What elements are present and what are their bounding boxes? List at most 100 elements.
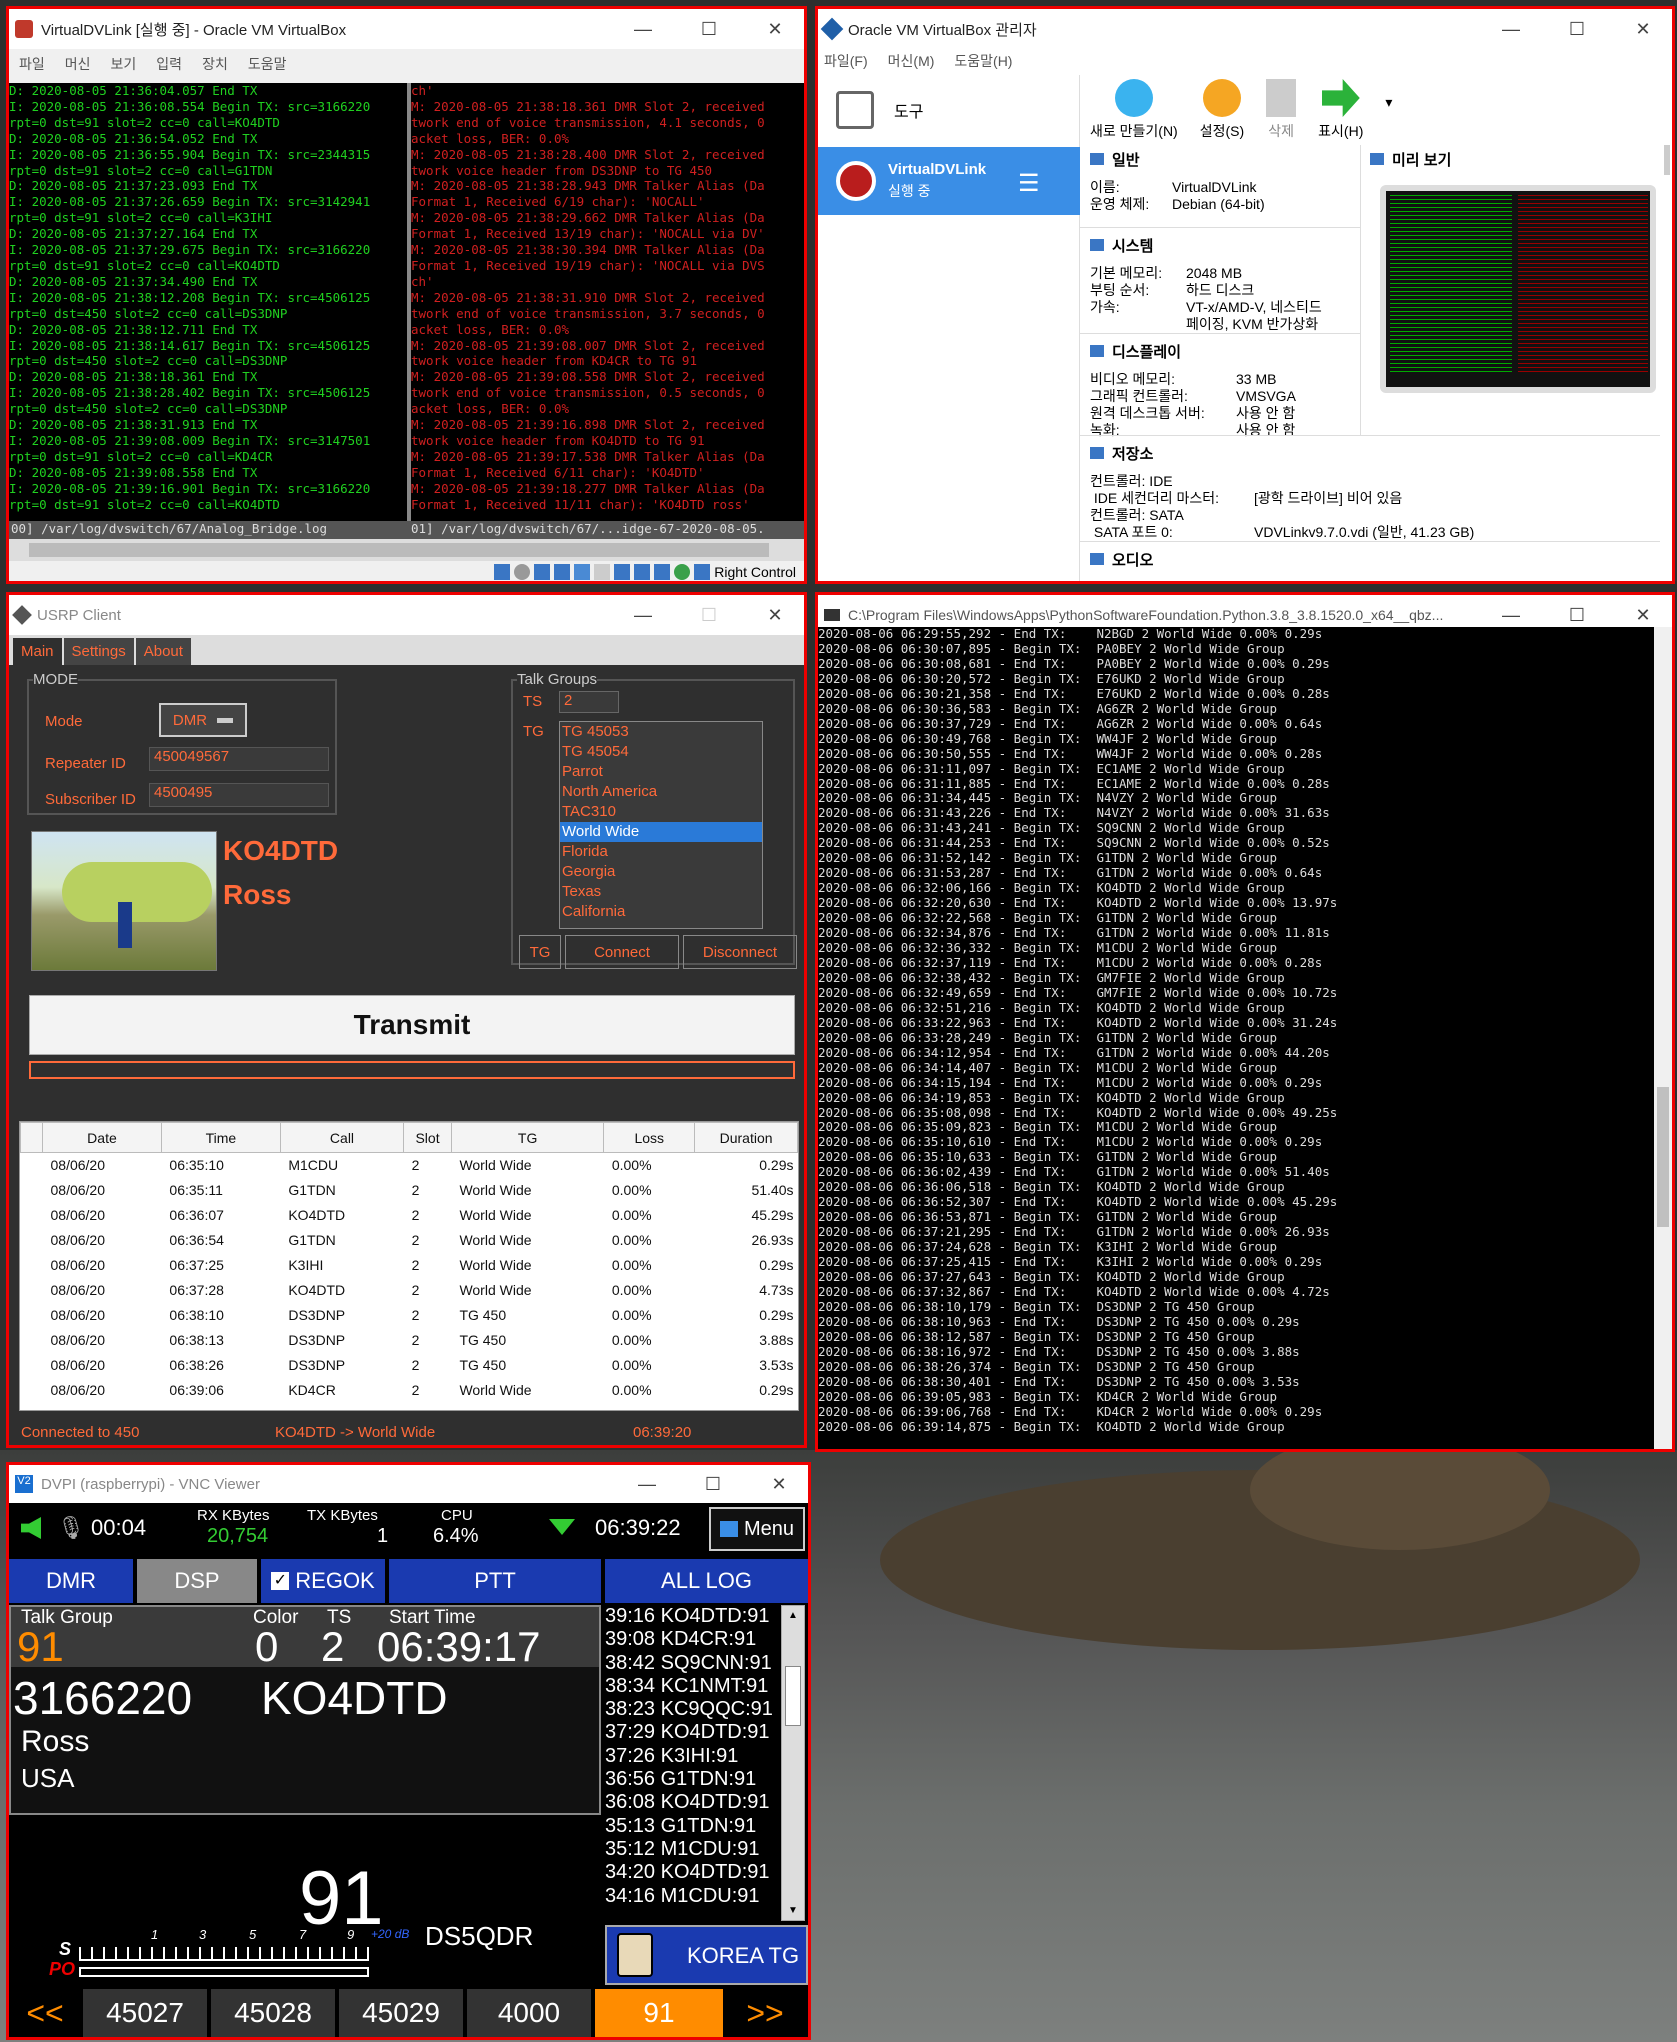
ptt-button[interactable]: PTT	[389, 1559, 601, 1603]
audio-icon[interactable]	[534, 564, 551, 580]
close-button[interactable]: ✕	[1614, 19, 1672, 40]
table-row[interactable]: 08/06/20 06:36:07 KO4DTD 2 World Wide 0.00% 45…	[21, 1203, 798, 1228]
cpu-icon[interactable]	[654, 564, 671, 580]
scrollbar-thumb[interactable]	[29, 543, 769, 557]
log-scrollbar[interactable]: ▲ ▼	[781, 1605, 805, 1921]
previous-page-button[interactable]: <<	[9, 1989, 81, 2037]
display-icon[interactable]	[614, 564, 631, 580]
minimize-button[interactable]: —	[618, 1474, 676, 1495]
table-row[interactable]: 08/06/20 06:37:28 KO4DTD 2 World Wide 0.00% 4.…	[21, 1278, 798, 1303]
vm-list-item-virtualdvlink[interactable]: VirtualDVLink 실행 중 ☰	[818, 147, 1080, 215]
usb-icon[interactable]	[574, 564, 591, 580]
details-scrollbar[interactable]	[1664, 145, 1670, 175]
mouse-integration-icon[interactable]	[694, 564, 711, 580]
maximize-button[interactable]: ☐	[680, 19, 738, 40]
vm-menu-icon[interactable]: ☰	[1018, 169, 1040, 198]
menu-help[interactable]: 도움말(H)	[954, 51, 1012, 71]
menu-devices[interactable]: 장치	[202, 54, 228, 74]
menu-file[interactable]: 파일(F)	[824, 51, 868, 71]
maximize-button[interactable]: ☐	[1548, 605, 1606, 626]
close-button[interactable]: ✕	[746, 19, 804, 40]
column-header[interactable]: Loss	[603, 1122, 696, 1153]
tg-button-4000[interactable]: 4000	[467, 1989, 591, 2037]
speaker-icon[interactable]	[21, 1517, 41, 1539]
transmit-button[interactable]: Transmit	[29, 995, 795, 1055]
delete-button[interactable]: 삭제	[1266, 79, 1297, 141]
talk-group-item[interactable]: North America	[560, 782, 762, 802]
network-icon[interactable]	[554, 564, 571, 580]
minimize-button[interactable]: —	[1482, 605, 1540, 626]
talk-group-item[interactable]: TG 45053	[560, 722, 762, 742]
minimize-button[interactable]: —	[1482, 19, 1540, 40]
table-row[interactable]: 08/06/20 06:38:13 DS3DNP 2 TG 450 0.00% 3.88s	[21, 1328, 798, 1353]
close-button[interactable]: ✕	[746, 605, 804, 626]
table-row[interactable]: 08/06/20 06:38:26 DS3DNP 2 TG 450 0.00% 3.53s	[21, 1353, 798, 1378]
table-row[interactable]: 08/06/20 06:35:11 G1TDN 2 World Wide 0.00% 51.…	[21, 1178, 798, 1203]
menu-machine[interactable]: 머신	[65, 54, 91, 74]
tg-button[interactable]: TG	[519, 935, 561, 969]
subscriber-id-input[interactable]: 4500495	[149, 783, 329, 807]
recording-icon[interactable]	[634, 564, 651, 580]
close-button[interactable]: ✕	[750, 1474, 808, 1495]
tg-button-45027[interactable]: 45027	[83, 1989, 207, 2037]
table-row[interactable]: 08/06/20 06:35:10 M1CDU 2 World Wide 0.00% 0.2…	[21, 1153, 798, 1178]
talk-group-item[interactable]: Parrot	[560, 762, 762, 782]
table-row[interactable]: 08/06/20 06:38:10 DS3DNP 2 TG 450 0.00% 0.29s	[21, 1303, 798, 1328]
talk-group-list[interactable]: TG 45053 TG 45054 Parrot North America TAC31…	[559, 721, 763, 929]
tab-settings[interactable]: Settings	[63, 638, 134, 665]
all-log-button[interactable]: ALL LOG	[605, 1559, 808, 1603]
connect-button[interactable]: Connect	[565, 935, 679, 969]
show-button[interactable]: 표시(H)	[1318, 79, 1363, 141]
tab-main[interactable]: Main	[13, 638, 62, 665]
table-row[interactable]: 08/06/20 06:37:25 K3IHI 2 World Wide 0.00% 0.2…	[21, 1253, 798, 1278]
maximize-button[interactable]: ☐	[1548, 19, 1606, 40]
talk-group-item[interactable]: World Wide	[560, 822, 762, 842]
horizontal-scrollbar[interactable]	[9, 539, 804, 561]
regok-toggle[interactable]: ✓ REGOK	[261, 1559, 385, 1603]
menu-help[interactable]: 도움말	[248, 54, 287, 74]
tg-button-45028[interactable]: 45028	[211, 1989, 335, 2037]
tab-about[interactable]: About	[135, 638, 191, 665]
talk-group-item[interactable]: California	[560, 902, 762, 922]
hard-disk-icon[interactable]	[494, 564, 511, 580]
menu-machine[interactable]: 머신(M)	[888, 51, 935, 71]
talk-group-item[interactable]: TG 45054	[560, 742, 762, 762]
menu-input[interactable]: 입력	[156, 54, 182, 74]
vt-x-icon[interactable]	[674, 564, 691, 580]
microphone-icon[interactable]: 🎙	[57, 1515, 85, 1541]
maximize-button[interactable]: ☐	[680, 605, 738, 626]
ts-spinbox[interactable]: 2	[559, 691, 619, 713]
tg-button-91-active[interactable]: 91	[595, 1989, 723, 2037]
menu-button[interactable]: Menu	[709, 1507, 805, 1551]
column-header[interactable]: TG	[450, 1122, 605, 1153]
menu-view[interactable]: 보기	[111, 54, 137, 74]
repeater-id-input[interactable]: 450049567	[149, 747, 329, 771]
scrollbar-thumb[interactable]	[1657, 1087, 1669, 1227]
console-scrollbar[interactable]	[1654, 627, 1672, 1449]
tab-dmr[interactable]: DMR	[9, 1559, 133, 1603]
tab-dsp[interactable]: DSP	[137, 1559, 257, 1603]
tg-button-45029[interactable]: 45029	[339, 1989, 463, 2037]
show-dropdown-icon[interactable]: ▾	[1385, 94, 1392, 111]
minimize-button[interactable]: —	[614, 19, 672, 40]
tools-item[interactable]: 도구	[818, 75, 1080, 145]
talk-group-item[interactable]: Georgia	[560, 862, 762, 882]
minimize-button[interactable]: —	[614, 605, 672, 626]
column-header[interactable]: Date	[42, 1122, 162, 1153]
korea-tg-button[interactable]: KOREA TG	[605, 1925, 808, 1985]
talk-group-item[interactable]: Florida	[560, 842, 762, 862]
mode-select[interactable]: DMR	[159, 703, 247, 737]
column-header[interactable]: Duration	[694, 1122, 798, 1153]
next-page-button[interactable]: >>	[725, 1989, 805, 2037]
table-row[interactable]: 08/06/20 06:36:54 G1TDN 2 World Wide 0.00% 26.…	[21, 1228, 798, 1253]
optical-drive-icon[interactable]	[514, 564, 531, 580]
maximize-button[interactable]: ☐	[684, 1474, 742, 1495]
column-header[interactable]: Time	[160, 1122, 281, 1153]
disconnect-button[interactable]: Disconnect	[683, 935, 797, 969]
column-header[interactable]: Slot	[403, 1122, 452, 1153]
shared-folder-icon[interactable]	[594, 564, 611, 580]
close-button[interactable]: ✕	[1614, 605, 1672, 626]
menu-file[interactable]: 파일	[19, 54, 45, 74]
column-header[interactable]: Call	[279, 1122, 405, 1153]
settings-button[interactable]: 설정(S)	[1200, 79, 1244, 141]
